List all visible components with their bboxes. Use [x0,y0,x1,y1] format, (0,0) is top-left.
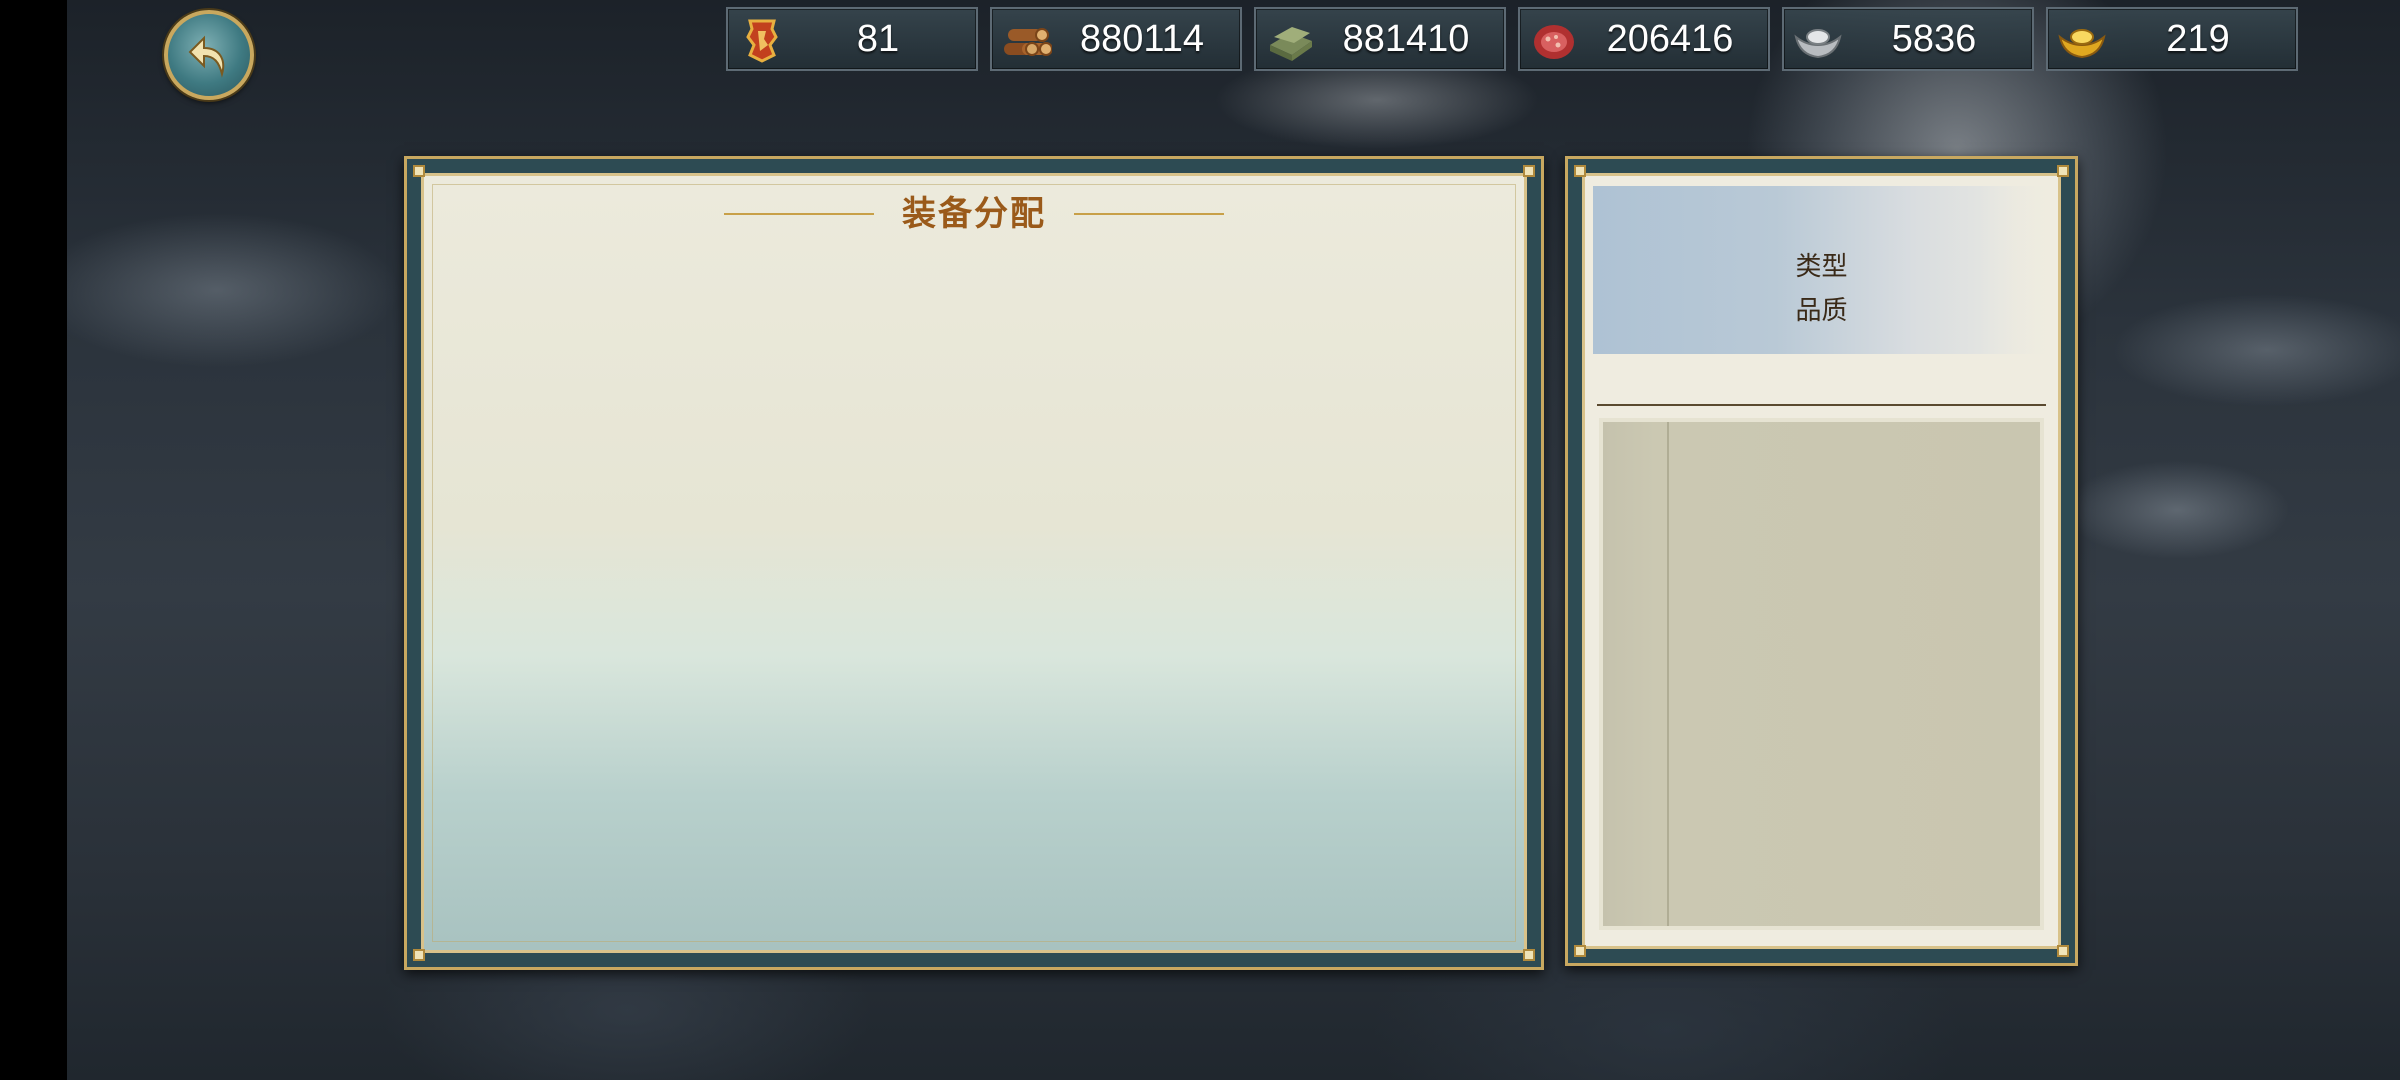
back-button[interactable] [164,10,254,100]
panel-title: 装备分配 [902,195,1046,233]
panel-content-area: 装备分配 [421,173,1527,953]
wood-logs-icon [1004,28,1052,56]
scroll-badge-icon [746,19,778,63]
resource-slot-stone[interactable]: 881410 [1254,7,1506,71]
resource-value: 5836 [1891,18,1977,60]
divider [1597,404,2046,406]
resource-value: 880114 [1080,18,1204,60]
resource-value: 219 [2166,18,2230,60]
filter-side-panel: 类型 品质 [1565,156,2078,966]
resource-slot-wood[interactable]: 880114 [990,7,1242,71]
resource-slot-gold[interactable]: 219 [2046,7,2298,71]
back-arrow-icon [188,35,225,78]
stone-slab-icon [1270,27,1312,61]
type-filter[interactable]: 类型 [1593,246,2050,283]
side-panel-content: 类型 品质 [1582,173,2061,949]
corner-ornament-icon [1574,945,1586,957]
corner-ornament-icon [1523,165,1535,177]
game-screen: 81 880114 881410 206416 5836 219 装备分配 类型… [0,0,2400,1080]
item-list-area[interactable] [1599,418,2044,930]
resource-slot-silver[interactable]: 5836 [1782,7,2034,71]
filter-header: 类型 品质 [1593,186,2050,354]
resource-value: 881410 [1342,18,1470,60]
resource-value: 206416 [1606,18,1734,60]
resource-slot-token[interactable]: 81 [726,7,978,71]
title-ornament-left-icon [724,213,874,215]
corner-ornament-icon [1523,949,1535,961]
meat-icon [1534,25,1574,59]
gold-ingot-icon [2058,29,2106,59]
resource-bar: 81 880114 881410 206416 5836 219 [726,7,2300,71]
corner-ornament-icon [413,949,425,961]
resource-value: 81 [856,18,900,60]
resource-slot-meat[interactable]: 206416 [1518,7,1770,71]
title-ornament-right-icon [1074,213,1224,215]
equipment-allocation-panel: 装备分配 [404,156,1544,970]
silver-ingot-icon [1794,29,1842,59]
quality-filter[interactable]: 品质 [1593,290,2050,327]
corner-ornament-icon [1574,165,1586,177]
corner-ornament-icon [413,165,425,177]
panel-title-bar: 装备分配 [424,186,1524,242]
corner-ornament-icon [2057,165,2069,177]
corner-ornament-icon [2057,945,2069,957]
